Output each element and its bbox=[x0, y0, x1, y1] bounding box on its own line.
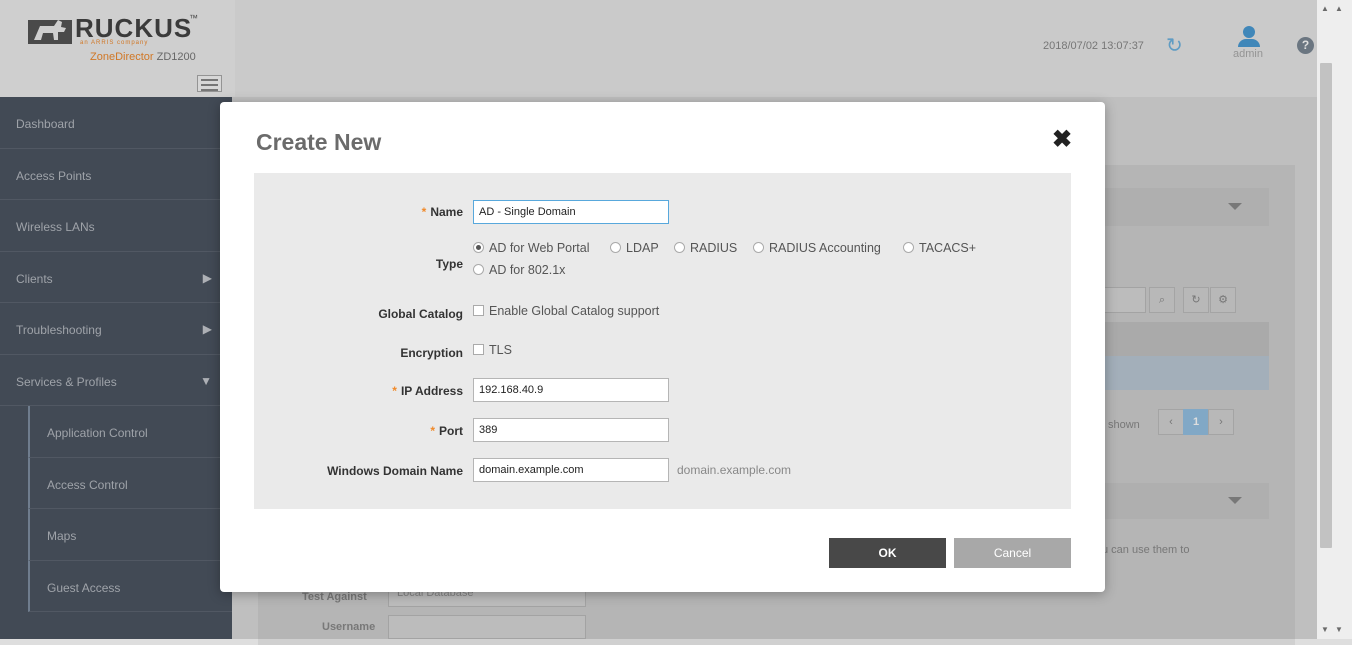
scroll-down-icon[interactable]: ▼ bbox=[1321, 625, 1329, 634]
close-icon[interactable]: ✖ bbox=[1052, 128, 1072, 152]
radio-selected-icon bbox=[473, 242, 484, 253]
domain-hint: domain.example.com bbox=[677, 463, 792, 477]
radio-icon bbox=[753, 242, 764, 253]
scroll-up-icon[interactable]: ▲ bbox=[1321, 4, 1329, 13]
name-input[interactable] bbox=[473, 200, 669, 224]
port-input[interactable] bbox=[473, 418, 669, 442]
checkbox-icon bbox=[473, 344, 484, 355]
scroll-up-icon-2[interactable]: ▲ bbox=[1335, 4, 1343, 13]
type-option-radius[interactable]: RADIUS bbox=[674, 241, 737, 255]
ip-address-input[interactable] bbox=[473, 378, 669, 402]
type-option-radius-accounting[interactable]: RADIUS Accounting bbox=[753, 241, 881, 255]
type-option-ad-web-portal[interactable]: AD for Web Portal bbox=[473, 241, 590, 255]
scroll-down-icon-2[interactable]: ▼ bbox=[1335, 625, 1343, 634]
radio-icon bbox=[473, 264, 484, 275]
type-option-ldap[interactable]: LDAP bbox=[610, 241, 659, 255]
type-option-ad-8021x[interactable]: AD for 802.1x bbox=[473, 263, 565, 277]
radio-icon bbox=[903, 242, 914, 253]
tls-checkbox[interactable]: TLS bbox=[473, 343, 512, 357]
checkbox-icon bbox=[473, 305, 484, 316]
domain-name-input[interactable] bbox=[473, 458, 669, 482]
radio-icon bbox=[674, 242, 685, 253]
encryption-label: Encryption bbox=[400, 346, 463, 360]
port-label: * Port bbox=[430, 424, 463, 438]
form-area: *Name Type AD for Web Portal LDAP RADIUS… bbox=[254, 173, 1071, 509]
cancel-button[interactable]: Cancel bbox=[954, 538, 1071, 568]
scrollbar-thumb[interactable] bbox=[1320, 63, 1332, 548]
type-label: Type bbox=[435, 257, 463, 271]
type-option-tacacs[interactable]: TACACS+ bbox=[903, 241, 976, 255]
dialog-title: Create New bbox=[256, 129, 382, 155]
global-catalog-label: Global Catalog bbox=[378, 307, 463, 321]
create-new-dialog: Create New ✖ *Name Type AD for Web Porta… bbox=[220, 102, 1105, 592]
radio-icon bbox=[610, 242, 621, 253]
ok-button[interactable]: OK bbox=[829, 538, 946, 568]
domain-label: Windows Domain Name bbox=[327, 464, 463, 478]
global-catalog-checkbox[interactable]: Enable Global Catalog support bbox=[473, 304, 659, 318]
name-label: * Name bbox=[421, 205, 463, 219]
ip-label: * IP Address bbox=[392, 384, 463, 398]
